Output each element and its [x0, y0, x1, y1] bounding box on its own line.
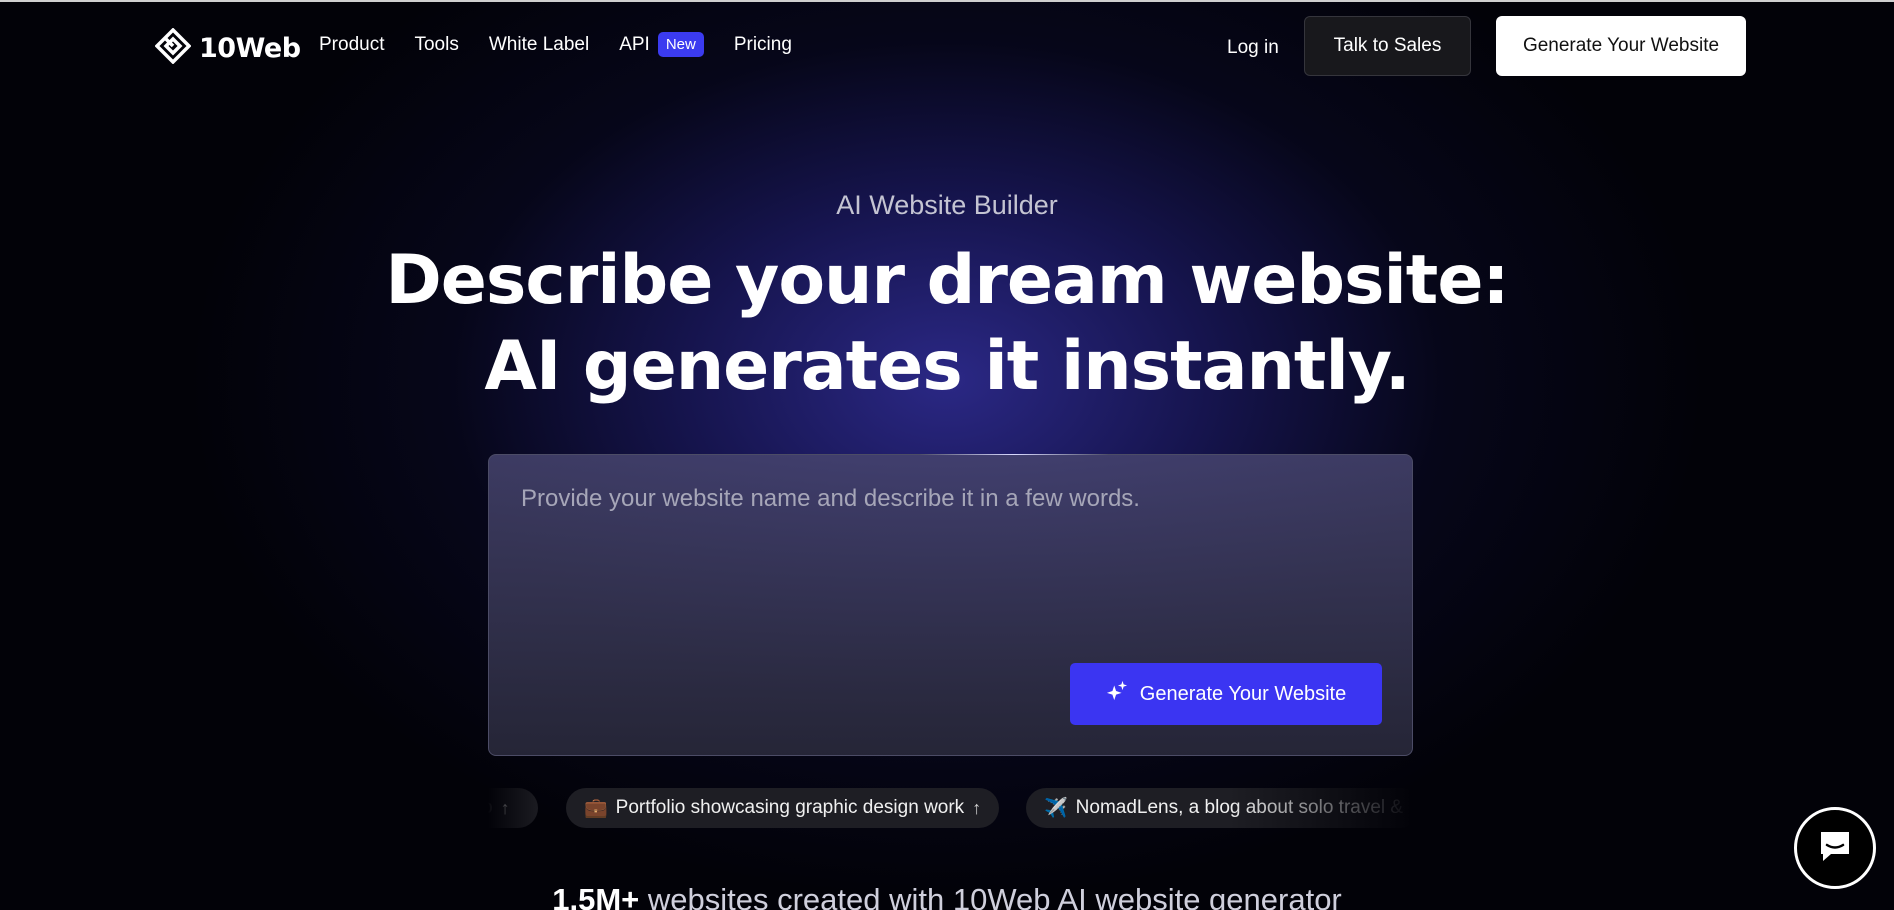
suggestion-text: o [488, 797, 493, 819]
website-description-input[interactable] [521, 485, 1381, 645]
arrow-up-icon: ↑ [972, 797, 982, 818]
headline-line-2: AI generates it instantly. [484, 327, 1410, 406]
nav-api-label: API [619, 33, 650, 55]
stats-count: 1.5M+ [552, 882, 640, 910]
prompt-suggestions: o ↑ 💼 Portfolio showcasing graphic desig… [488, 788, 1413, 828]
headline-line-1: Describe your dream website: [385, 241, 1509, 320]
new-badge: New [657, 32, 704, 57]
generate-website-button-label: Generate Your Website [1139, 682, 1347, 705]
stats-line: 1.5M+ websites created with 10Web AI web… [0, 882, 1894, 910]
arrow-up-icon: ↑ [500, 797, 510, 818]
brand-name: 10Web [199, 33, 301, 64]
generate-website-button[interactable]: Generate Your Website [1070, 663, 1382, 725]
airplane-icon: ✈️ [1044, 798, 1068, 819]
suggestion-chip[interactable]: ✈️ NomadLens, a blog about solo travel & [1026, 788, 1413, 828]
stats-text: websites created with 10Web AI website g… [647, 882, 1342, 910]
hero-eyebrow: AI Website Builder [836, 190, 1058, 220]
suggestion-text: NomadLens, a blog about solo travel & [1075, 797, 1404, 818]
nav-tools[interactable]: Tools [414, 34, 458, 56]
prompt-card: Generate Your Website [488, 454, 1413, 756]
suggestion-chip[interactable]: 💼 Portfolio showcasing graphic design wo… [566, 788, 1000, 828]
header-generate-website-button[interactable]: Generate Your Website [1496, 16, 1746, 76]
nav-product[interactable]: Product [319, 34, 384, 56]
hero-headline: Describe your dream website: AI generate… [0, 238, 1894, 410]
top-navigation: 10Web Product Tools White Label API New … [0, 2, 1894, 90]
suggestion-text: Portfolio showcasing graphic design work [615, 797, 965, 818]
chat-bubble-icon [1815, 826, 1855, 871]
briefcase-icon: 💼 [584, 798, 608, 819]
diamond-logo-icon [154, 27, 192, 69]
suggestion-chip[interactable]: o ↑ [488, 788, 538, 828]
nav-api[interactable]: API New [619, 32, 704, 57]
nav-white-label[interactable]: White Label [489, 34, 589, 56]
chat-widget-button[interactable] [1794, 807, 1876, 889]
brand-logo[interactable]: 10Web [154, 27, 301, 69]
login-link[interactable]: Log in [1227, 37, 1279, 59]
nav-pricing[interactable]: Pricing [734, 34, 792, 56]
sparkle-icon [1106, 680, 1128, 708]
main-menu: Product Tools White Label API New Pricin… [319, 32, 822, 57]
talk-to-sales-button[interactable]: Talk to Sales [1304, 16, 1471, 76]
